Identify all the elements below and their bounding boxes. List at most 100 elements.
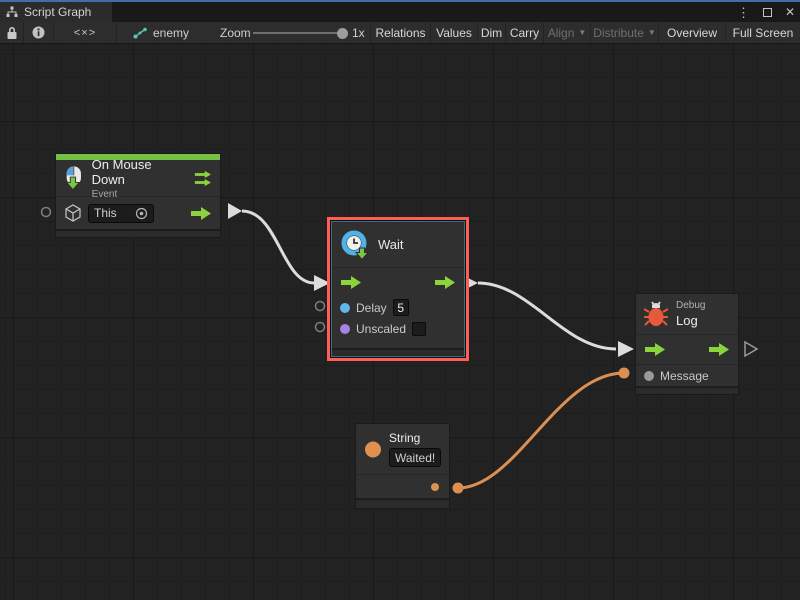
- wait-unscaled-row: Unscaled: [332, 318, 464, 339]
- target-field[interactable]: This: [88, 204, 154, 223]
- event-target-row: This: [56, 196, 220, 229]
- delay-value: 5: [397, 301, 404, 315]
- tab-script-graph[interactable]: Script Graph: [0, 2, 112, 22]
- wire-string-to-message[interactable]: [458, 373, 624, 488]
- tab-bar: Script Graph ⋮ ✕: [0, 2, 800, 22]
- node-debug-log[interactable]: Debug Log Message: [635, 293, 739, 395]
- node-footer: [356, 498, 449, 508]
- unscaled-checkbox[interactable]: [412, 322, 426, 336]
- log-control-row: [636, 334, 738, 364]
- wire-endpoint-dot: [453, 483, 464, 494]
- delay-value-field[interactable]: 5: [393, 299, 409, 316]
- full-screen-button[interactable]: Full Screen: [725, 22, 800, 43]
- code-preview-button[interactable]: <×>: [54, 22, 117, 43]
- lock-icon: [6, 26, 18, 40]
- node-title: Wait: [378, 237, 404, 252]
- unity-visual-scripting-window: Script Graph ⋮ ✕: [0, 0, 800, 600]
- values-button[interactable]: Values: [430, 22, 477, 43]
- graph-name-label: enemy: [153, 26, 189, 40]
- close-icon[interactable]: ✕: [785, 6, 795, 18]
- node-wait[interactable]: Wait Delay 5: [331, 221, 465, 357]
- string-output-port-dot[interactable]: [431, 483, 439, 491]
- graph-tab-icon: [6, 6, 18, 18]
- wire-arrow: [228, 203, 242, 219]
- button-label: Align: [548, 26, 575, 40]
- control-output-arrow-icon[interactable]: [190, 207, 212, 220]
- node-header: On Mouse Down Event: [56, 160, 220, 196]
- graph-toolbar: <×> enemy Zoom 1x Relations Values Dim C…: [0, 22, 800, 44]
- toolbar-left-group: <×>: [0, 22, 117, 43]
- button-label: Distribute: [593, 26, 644, 40]
- string-literal-icon: [364, 436, 382, 463]
- button-label: Overview: [667, 26, 717, 40]
- relations-button[interactable]: Relations: [370, 22, 430, 43]
- button-label: Relations: [375, 26, 425, 40]
- node-titles: Debug Log: [676, 300, 705, 328]
- node-header: Wait: [332, 222, 464, 267]
- wait-clock-icon: [340, 228, 370, 262]
- zoom-label: Zoom: [220, 22, 251, 43]
- button-label: Full Screen: [733, 26, 794, 40]
- carry-button[interactable]: Carry: [505, 22, 543, 43]
- control-output-arrow-icon[interactable]: [708, 343, 730, 356]
- node-subtitle: Event: [92, 189, 178, 200]
- unscaled-port-dot[interactable]: [340, 324, 350, 334]
- wait-node-selection: Wait Delay 5: [327, 217, 469, 361]
- node-footer: [332, 348, 464, 356]
- button-label: Carry: [510, 26, 539, 40]
- control-input-arrow-icon[interactable]: [340, 276, 362, 289]
- node-title: Log: [676, 313, 705, 328]
- unscaled-label: Unscaled: [356, 322, 406, 336]
- dim-button[interactable]: Dim: [477, 22, 505, 43]
- zoom-value: 1x: [352, 22, 365, 43]
- mouse-icon: [64, 164, 84, 192]
- node-category: Debug: [676, 300, 705, 311]
- window-menu-icon[interactable]: ⋮: [737, 6, 750, 19]
- align-button[interactable]: Align▼: [543, 22, 590, 43]
- node-title: String: [389, 431, 441, 445]
- zoom-slider[interactable]: [253, 32, 345, 34]
- window-controls: ⋮ ✕: [737, 2, 795, 22]
- node-footer: [56, 229, 220, 237]
- info-icon: [32, 26, 45, 39]
- node-titles: On Mouse Down Event: [92, 157, 178, 200]
- object-picker-icon[interactable]: [135, 207, 148, 220]
- tab-title: Script Graph: [24, 5, 91, 19]
- delay-port-dot[interactable]: [340, 303, 350, 313]
- graph-icon: [133, 27, 147, 39]
- wait-unscaled-port[interactable]: [316, 323, 325, 332]
- maximize-icon[interactable]: [763, 8, 772, 17]
- coroutine-double-arrow-icon[interactable]: [194, 170, 212, 187]
- node-on-mouse-down[interactable]: On Mouse Down Event This: [55, 153, 221, 238]
- graph-name-breadcrumb[interactable]: enemy: [133, 22, 189, 43]
- inspect-button[interactable]: [24, 22, 54, 43]
- node-string-literal[interactable]: String Waited!: [355, 423, 450, 509]
- zoom-slider-handle[interactable]: [337, 28, 348, 39]
- overview-button[interactable]: Overview: [658, 22, 725, 43]
- event-target-port[interactable]: [42, 208, 51, 217]
- dropdown-arrow-icon: ▼: [648, 28, 656, 37]
- wire-event-to-wait[interactable]: [242, 211, 314, 283]
- node-titles: String Waited!: [389, 431, 441, 467]
- lock-button[interactable]: [0, 22, 24, 43]
- button-label: Values: [436, 26, 472, 40]
- graph-canvas[interactable]: On Mouse Down Event This: [0, 44, 800, 600]
- control-output-arrow-icon[interactable]: [434, 276, 456, 289]
- message-port-dot[interactable]: [644, 371, 654, 381]
- wait-delay-port[interactable]: [316, 302, 325, 311]
- wire-arrow: [618, 341, 634, 357]
- log-output-port-arrow[interactable]: [745, 342, 757, 356]
- wait-control-row: [332, 267, 464, 297]
- debug-bug-icon: [644, 300, 668, 328]
- string-value-field[interactable]: Waited!: [389, 448, 441, 467]
- wire-wait-to-log[interactable]: [478, 283, 616, 349]
- node-footer: [636, 386, 738, 394]
- string-output-row: [356, 474, 449, 498]
- gameobject-cube-icon: [64, 204, 82, 222]
- code-toggle-glyph: <×>: [74, 27, 96, 39]
- toolbar-buttons: Relations Values Dim Carry Align▼ Distri…: [370, 22, 800, 43]
- distribute-button[interactable]: Distribute ▼: [590, 22, 658, 43]
- string-value: Waited!: [395, 451, 435, 465]
- wait-delay-row: Delay 5: [332, 297, 464, 318]
- control-input-arrow-icon[interactable]: [644, 343, 666, 356]
